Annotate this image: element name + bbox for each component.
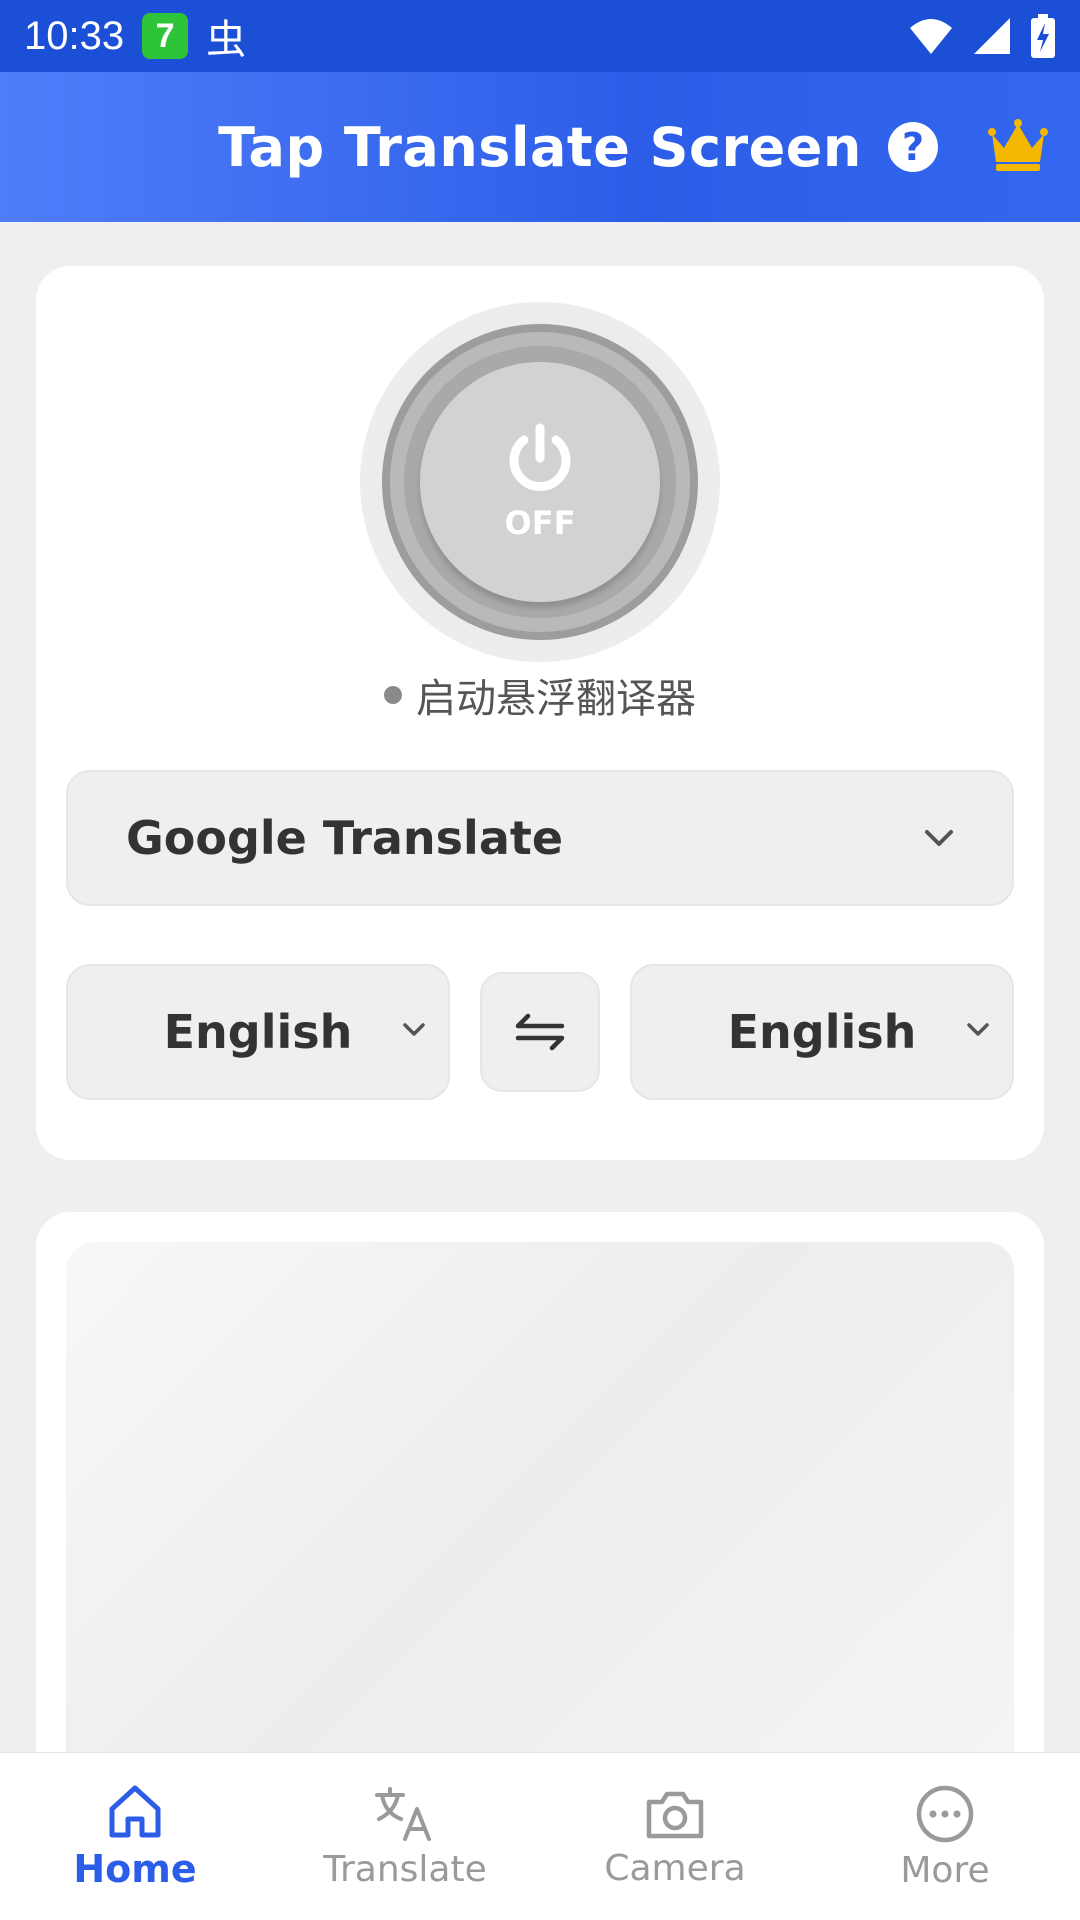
bottom-navigation: Home Translate Camera More (0, 1752, 1080, 1920)
page-title: Tap Translate Screen (218, 115, 862, 179)
chevron-down-icon (403, 1023, 425, 1036)
status-time: 10:33 (24, 13, 125, 58)
nav-label-translate: Translate (323, 1848, 487, 1890)
swap-languages-button[interactable] (480, 972, 600, 1092)
nav-item-home[interactable]: Home (0, 1753, 270, 1920)
power-icon (509, 423, 571, 491)
status-bar: 10:33 7 虫 (0, 0, 1080, 72)
swap-arrows-icon (515, 1013, 565, 1051)
status-dot-icon (384, 686, 402, 704)
status-icons (908, 14, 1056, 58)
nav-label-home: Home (73, 1847, 197, 1891)
app-bar: Tap Translate Screen ? (0, 72, 1080, 222)
source-language-select[interactable]: English (66, 964, 450, 1100)
engine-selected-label: Google Translate (126, 811, 564, 865)
status-caption: 启动悬浮翻译器 (416, 676, 696, 722)
nav-label-more: More (900, 1849, 990, 1891)
signal-icon (974, 18, 1010, 54)
translate-icon (375, 1786, 431, 1841)
translation-engine-select[interactable]: Google Translate (66, 770, 1014, 906)
source-language-label: English (163, 1005, 353, 1059)
help-icon: ? (901, 125, 925, 169)
power-state-label: OFF (504, 504, 576, 542)
floating-translator-status: 启动悬浮翻译器 (36, 666, 1044, 724)
notification-bug-icon: 虫 (206, 17, 247, 63)
battery-icon (1031, 14, 1055, 58)
power-button-ring-inner: OFF (404, 346, 676, 618)
chevron-down-icon (925, 830, 953, 846)
nav-item-camera[interactable]: Camera (540, 1753, 810, 1920)
camera-icon (646, 1791, 704, 1838)
more-icon (916, 1785, 974, 1842)
premium-crown-icon[interactable] (988, 118, 1048, 174)
help-button[interactable]: ? (888, 122, 938, 172)
chevron-down-icon (967, 1023, 989, 1036)
translator-control-card: OFF 启动悬浮翻译器 Google Translate English Eng… (36, 266, 1044, 1160)
nav-item-translate[interactable]: Translate (270, 1753, 540, 1920)
home-icon (109, 1785, 161, 1838)
notification-badge-icon: 7 (142, 13, 189, 59)
power-button-glow: OFF (360, 302, 720, 662)
power-button-ring: OFF (382, 324, 698, 640)
nav-item-more[interactable]: More (810, 1753, 1080, 1920)
wifi-icon (910, 19, 952, 54)
nav-label-camera: Camera (604, 1847, 746, 1889)
target-language-label: English (727, 1005, 917, 1059)
target-language-select[interactable]: English (630, 964, 1014, 1100)
power-toggle-button[interactable]: OFF (420, 362, 660, 602)
